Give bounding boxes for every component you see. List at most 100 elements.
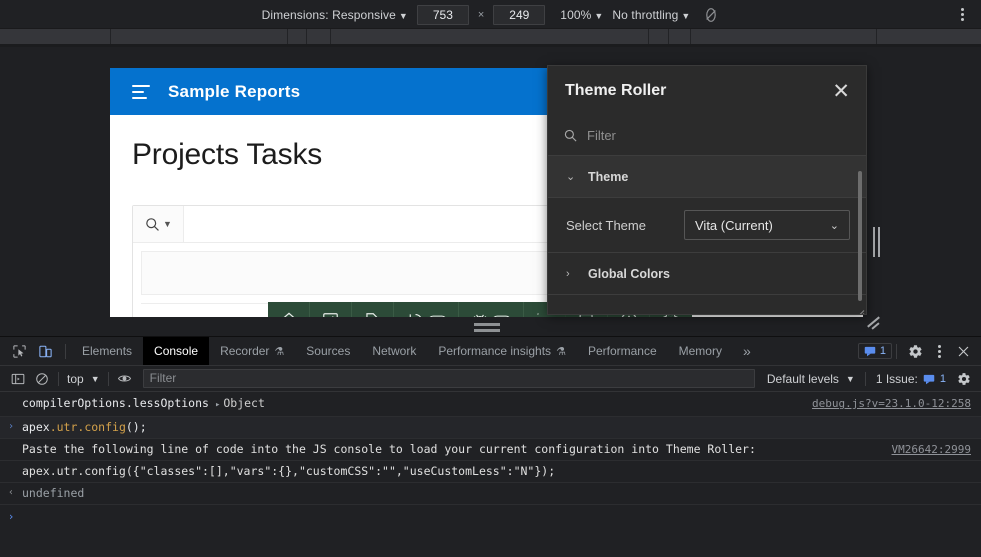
device-toolbar-more-options[interactable]: [951, 0, 973, 29]
tab-console[interactable]: Console: [143, 337, 210, 365]
zoom-label: 100%: [560, 7, 592, 22]
console-input-call: ();: [125, 420, 147, 434]
zoom-dropdown[interactable]: 100% ▼: [560, 8, 603, 22]
dimension-multiply-symbol: ×: [477, 8, 485, 21]
theme-roller-section-global-colors[interactable]: › Global Colors: [548, 253, 866, 295]
tab-recorder[interactable]: Recorder ⚗: [209, 337, 295, 365]
throttling-label: No throttling: [612, 7, 679, 22]
console-prompt[interactable]: ›: [0, 505, 981, 523]
devtools-tabbar-right: 1: [857, 337, 981, 365]
theme-roller-filter-placeholder: Filter: [587, 128, 616, 143]
console-issues-count: 1: [939, 372, 946, 385]
throttling-dropdown[interactable]: No throttling ▼: [612, 8, 690, 22]
console-entry-gutter: ›: [7, 421, 15, 432]
chevron-double-right-icon[interactable]: »: [733, 337, 761, 365]
theme-roller-title: Theme Roller: [565, 82, 667, 99]
tab-sources[interactable]: Sources: [295, 337, 361, 365]
inspect-element-icon[interactable]: [9, 341, 29, 361]
tab-label: Console: [154, 344, 199, 358]
tab-network[interactable]: Network: [361, 337, 427, 365]
console-sidebar-icon: [11, 373, 25, 384]
tab-label: Performance insights: [438, 344, 552, 358]
tab-elements[interactable]: Elements: [71, 337, 143, 365]
report-search-button[interactable]: ▼: [133, 206, 184, 242]
select-theme-value: Vita (Current): [695, 217, 773, 233]
experiment-flask-icon: ⚗: [556, 345, 566, 358]
experiment-flask-icon: ⚗: [274, 345, 285, 358]
devtools-settings-button[interactable]: [904, 340, 926, 362]
devtools-close-button[interactable]: [952, 340, 974, 362]
height-input[interactable]: 249: [493, 4, 546, 25]
dimensions-label: Dimensions: Responsive: [261, 7, 396, 22]
devtools-panel: Elements Console Recorder ⚗ Sources Netw…: [0, 336, 981, 557]
tab-memory[interactable]: Memory: [668, 337, 733, 365]
console-source-link[interactable]: debug.js?v=23.1.0-12:258: [812, 396, 971, 411]
console-toolbar-divider-2: [107, 371, 109, 386]
select-theme-dropdown[interactable]: Vita (Current) ⌄: [684, 210, 850, 240]
theme-roller-resize-handle[interactable]: [851, 299, 865, 314]
hamburger-menu-icon[interactable]: [132, 84, 150, 99]
console-input-object: apex: [22, 420, 50, 434]
tab-label: Network: [372, 344, 417, 358]
console-sidebar-toggle[interactable]: [6, 368, 30, 390]
close-icon[interactable]: ✕: [832, 81, 850, 102]
dimensions-dropdown[interactable]: Dimensions: Responsive ▼: [262, 8, 408, 22]
viewport-resize-handle-bottom[interactable]: [462, 321, 512, 333]
console-issues-label: 1 Issue:: [875, 371, 918, 386]
console-context-selector[interactable]: top ▼: [63, 372, 104, 386]
theme-roller-scrollbar[interactable]: [858, 171, 862, 301]
console-input-prop2: .config: [77, 420, 126, 434]
tab-label: Memory: [678, 344, 722, 358]
console-context-label: top: [67, 371, 84, 386]
live-expression-button[interactable]: [113, 368, 137, 390]
tab-label: Sources: [306, 344, 351, 358]
select-theme-row: Select Theme Vita (Current) ⌄: [548, 198, 866, 253]
console-issues-button[interactable]: 1 Issue: 1: [864, 371, 946, 386]
chevron-down-icon: ▼: [681, 10, 691, 21]
tabbar-right-divider: [896, 343, 897, 359]
no-throttling-icon[interactable]: [703, 7, 719, 23]
width-input[interactable]: 753: [416, 4, 469, 25]
console-entry-text: Paste the following line of code into th…: [22, 442, 756, 456]
tab-performance[interactable]: Performance: [577, 337, 668, 365]
devtools-tool-buttons: [0, 337, 63, 365]
dev-toolbar-edit-page-button[interactable]: [310, 302, 352, 317]
new-page-icon: [366, 312, 378, 317]
console-source-link[interactable]: VM26642:2999: [892, 442, 971, 457]
dev-toolbar-home-button[interactable]: [268, 302, 310, 317]
dev-toolbar-session-button[interactable]: [394, 302, 459, 317]
theme-roller-section-theme[interactable]: ⌄ Theme: [548, 156, 866, 198]
device-toolbar-icon[interactable]: [35, 341, 55, 361]
console-entry-text: apex.utr.config();: [22, 420, 971, 435]
tab-performance-insights[interactable]: Performance insights ⚗: [427, 337, 577, 365]
expand-arrow-icon[interactable]: ▸: [215, 400, 220, 410]
console-entry-message: Paste the following line of code into th…: [0, 439, 981, 461]
clear-console-button[interactable]: [30, 368, 54, 390]
theme-roller-filter-input[interactable]: Filter: [548, 116, 866, 156]
console-entry-gutter: ‹: [7, 487, 15, 498]
console-entry-input: › apex.utr.config();: [0, 417, 981, 439]
app-title: Sample Reports: [168, 81, 301, 101]
devtools-more-options-button[interactable]: [928, 340, 950, 362]
issues-count: 1: [879, 345, 886, 357]
issues-badge[interactable]: 1: [857, 343, 892, 359]
search-icon: [564, 129, 577, 142]
console-filter-input[interactable]: Filter: [142, 369, 755, 388]
dev-toolbar-create-button[interactable]: [352, 302, 394, 317]
session-clock-icon: [409, 313, 421, 317]
tab-label: Performance: [587, 344, 657, 358]
console-settings-button[interactable]: [952, 368, 976, 390]
dev-toolbar-debug-button[interactable]: [459, 302, 524, 317]
console-log-object[interactable]: Object: [223, 396, 265, 410]
console-entry-result: ‹ undefined: [0, 483, 981, 505]
theme-roller-section-global-colors-label: Global Colors: [588, 266, 670, 281]
clear-console-icon: [36, 372, 48, 385]
gear-icon: [958, 372, 970, 385]
viewport-resize-handle-right[interactable]: [872, 225, 881, 259]
select-theme-label: Select Theme: [566, 217, 646, 233]
home-icon: [283, 312, 294, 317]
viewport-resize-handle-corner[interactable]: [866, 314, 882, 330]
console-log-levels-dropdown[interactable]: Default levels ▼: [761, 372, 861, 386]
issue-icon: [923, 374, 935, 384]
console-entry-message: apex.utr.config({"classes":[],"vars":{},…: [0, 461, 981, 483]
